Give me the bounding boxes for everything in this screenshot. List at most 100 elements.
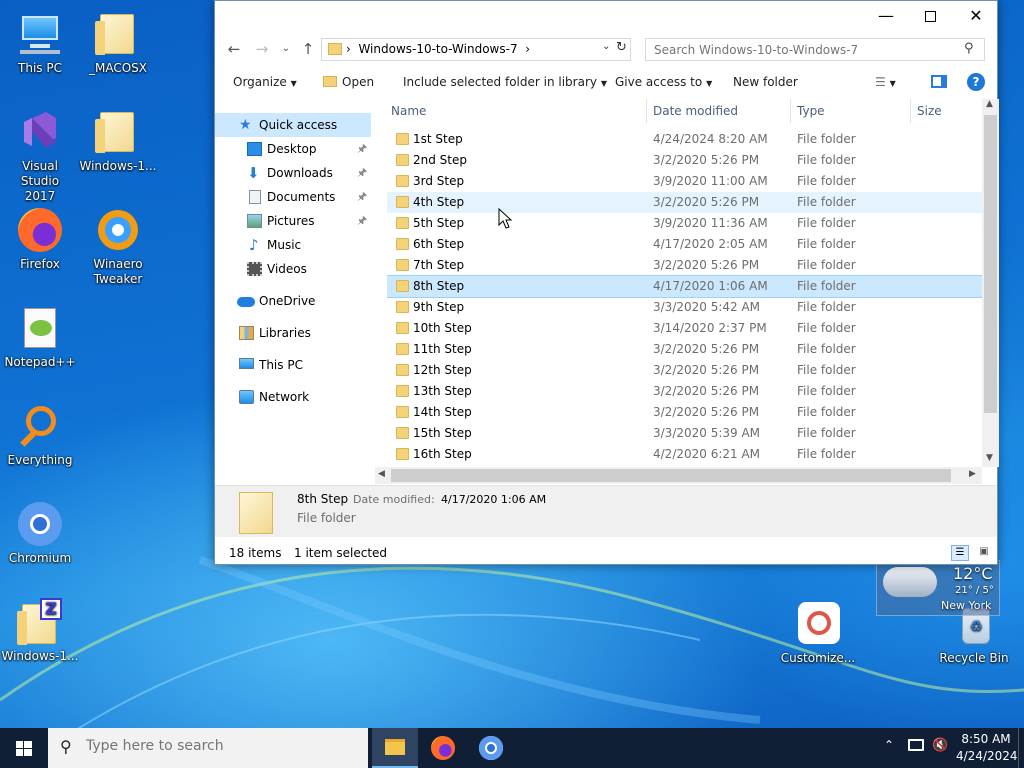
table-row[interactable]: 10th Step 3/14/2020 2:37 PM File folder (387, 318, 982, 339)
desktop-icon-visual-studio[interactable]: Visual Studio 2017 (0, 108, 80, 204)
up-button[interactable]: ↑ (297, 37, 319, 61)
desktop-icon-label: Chromium (8, 551, 72, 565)
table-row[interactable]: 16th Step 4/2/2020 6:21 AM File folder (387, 444, 982, 465)
desktop-icon-label: Visual Studio 2017 (20, 159, 60, 203)
table-row[interactable]: 2nd Step 3/2/2020 5:26 PM File folder (387, 150, 982, 171)
refresh-button[interactable]: ↻ (616, 40, 627, 55)
volume-muted-icon[interactable]: 🔇 (932, 738, 948, 753)
table-row[interactable]: 11th Step 3/2/2020 5:26 PM File folder (387, 339, 982, 360)
address-path[interactable]: › Windows-10-to-Windows-7 › (346, 39, 530, 60)
organize-button[interactable]: Organize ▼ (233, 67, 297, 97)
column-header-name[interactable]: Name (387, 99, 647, 123)
nav-item-desktop[interactable]: Desktop 🖈 (215, 137, 371, 161)
desktop-icon-windows-zip[interactable]: Z Windows-1... (0, 598, 80, 664)
nav-item-this-pc[interactable]: This PC (215, 353, 371, 377)
nav-item-quick-access[interactable]: ★ Quick access (215, 113, 371, 137)
file-explorer-window[interactable]: — ✕ ← → ⌄ ↑ › Windows-10-to-Windows-7 › … (214, 0, 999, 565)
nav-item-network[interactable]: Network (215, 385, 371, 409)
row-name: 3rd Step (413, 174, 465, 188)
table-row[interactable]: 13th Step 3/2/2020 5:26 PM File folder (387, 381, 982, 402)
include-in-library-button[interactable]: Include selected folder in library ▼ (403, 67, 607, 97)
new-folder-button[interactable]: New folder (733, 67, 798, 97)
scroll-up-icon[interactable]: ▲ (986, 99, 993, 109)
folder-icon (94, 108, 142, 156)
search-input[interactable] (646, 39, 946, 60)
taskbar-chromium[interactable] (468, 728, 514, 768)
nav-item-documents[interactable]: Documents 🖈 (215, 185, 371, 209)
network-tray-icon[interactable] (908, 739, 924, 751)
forward-button[interactable]: → (251, 37, 273, 61)
horizontal-scroll-thumb[interactable] (391, 469, 951, 482)
desktop-icon-this-pc[interactable]: This PC (0, 10, 80, 76)
table-row[interactable]: 7th Step 3/2/2020 5:26 PM File folder (387, 255, 982, 276)
minimize-button[interactable]: — (863, 1, 909, 31)
desktop-icon-everything[interactable]: Everything (0, 402, 80, 468)
column-header-type[interactable]: Type (793, 99, 911, 123)
breadcrumb-folder[interactable]: Windows-10-to-Windows-7 (358, 42, 517, 56)
table-row[interactable]: 15th Step 3/3/2020 5:39 AM File folder (387, 423, 982, 444)
give-access-button[interactable]: Give access to ▼ (615, 67, 712, 97)
clock[interactable]: 8:50 AM 4/24/2024 (956, 731, 1018, 765)
row-type: File folder (797, 258, 856, 272)
address-box[interactable]: › Windows-10-to-Windows-7 › ⌄ ↻ (321, 38, 631, 61)
table-row[interactable]: 8th Step 4/17/2020 1:06 AM File folder (387, 275, 982, 298)
taskbar-search[interactable]: ⚲ (48, 728, 368, 768)
nav-item-libraries[interactable]: Libraries (215, 321, 371, 345)
row-date: 3/9/2020 11:00 AM (653, 174, 768, 188)
vertical-scrollbar[interactable]: ▲ ▼ (982, 99, 999, 467)
nav-item-music[interactable]: ♪ Music (215, 233, 371, 257)
nav-item-onedrive[interactable]: OneDrive (215, 289, 371, 313)
taskbar-search-input[interactable] (86, 738, 356, 754)
change-view-button[interactable]: ☰ ▼ (875, 67, 896, 97)
nav-item-pictures[interactable]: Pictures 🖈 (215, 209, 371, 233)
scroll-left-icon[interactable]: ◀ (378, 469, 385, 479)
title-bar[interactable]: — ✕ (215, 1, 997, 33)
address-dropdown-icon[interactable]: ⌄ (602, 41, 610, 52)
winaero-tweaker-icon (94, 206, 142, 254)
desktop-icon-notepadpp[interactable]: Notepad++ (0, 304, 80, 370)
table-row[interactable]: 3rd Step 3/9/2020 11:00 AM File folder (387, 171, 982, 192)
open-button[interactable]: Open (323, 67, 374, 97)
search-box[interactable]: ⚲ (645, 38, 985, 61)
table-row[interactable]: 6th Step 4/17/2020 2:05 AM File folder (387, 234, 982, 255)
table-row[interactable]: 4th Step 3/2/2020 5:26 PM File folder (387, 192, 982, 213)
table-row[interactable]: 1st Step 4/24/2024 8:20 AM File folder (387, 129, 982, 150)
table-row[interactable]: 14th Step 3/2/2020 5:26 PM File folder (387, 402, 982, 423)
scroll-right-icon[interactable]: ▶ (969, 469, 976, 479)
recent-locations-button[interactable]: ⌄ (275, 37, 297, 61)
desktop-icon-windows-folder[interactable]: Windows-1... (78, 108, 158, 174)
vertical-scroll-thumb[interactable] (984, 115, 997, 413)
nav-item-downloads[interactable]: ⬇ Downloads 🖈 (215, 161, 371, 185)
desktop-icon-macosx[interactable]: _MACOSX (78, 10, 158, 76)
show-desktop-button[interactable] (1018, 728, 1024, 768)
taskbar-firefox[interactable] (420, 728, 466, 768)
computer-icon (239, 358, 254, 369)
preview-pane-button[interactable] (931, 67, 947, 97)
scroll-down-icon[interactable]: ▼ (986, 453, 993, 463)
nav-item-videos[interactable]: Videos (215, 257, 371, 281)
start-button[interactable] (0, 728, 48, 768)
horizontal-scrollbar[interactable]: ◀ ▶ (375, 467, 982, 484)
weather-gadget[interactable]: 12°C 21° / 5° New York (876, 560, 1000, 616)
column-header-size[interactable]: Size (913, 99, 982, 123)
firefox-icon (431, 736, 455, 760)
desktop-icon-customize[interactable]: Customize... (778, 600, 858, 666)
help-button[interactable]: ? (967, 67, 985, 97)
desktop-icon-label: Everything (7, 453, 73, 467)
taskbar-file-explorer[interactable] (372, 728, 418, 768)
folder-icon (396, 385, 409, 397)
back-button[interactable]: ← (223, 37, 245, 61)
taskbar: ⚲ ⌃ 🔇 8:50 AM 4/24/2024 (0, 728, 1024, 768)
table-row[interactable]: 12th Step 3/2/2020 5:26 PM File folder (387, 360, 982, 381)
desktop-icon-winaero-tweaker[interactable]: Winaero Tweaker (78, 206, 158, 287)
large-icons-view-button[interactable]: ▣ (975, 545, 993, 561)
show-hidden-icons-button[interactable]: ⌃ (884, 738, 894, 752)
maximize-button[interactable] (907, 1, 953, 31)
close-button[interactable]: ✕ (953, 1, 999, 31)
table-row[interactable]: 9th Step 3/3/2020 5:42 AM File folder (387, 297, 982, 318)
desktop-icon-chromium[interactable]: Chromium (0, 500, 80, 566)
table-row[interactable]: 5th Step 3/9/2020 11:36 AM File folder (387, 213, 982, 234)
desktop-icon-firefox[interactable]: Firefox (0, 206, 80, 272)
details-view-button[interactable]: ☰ (951, 545, 969, 561)
column-header-date[interactable]: Date modified (649, 99, 791, 123)
